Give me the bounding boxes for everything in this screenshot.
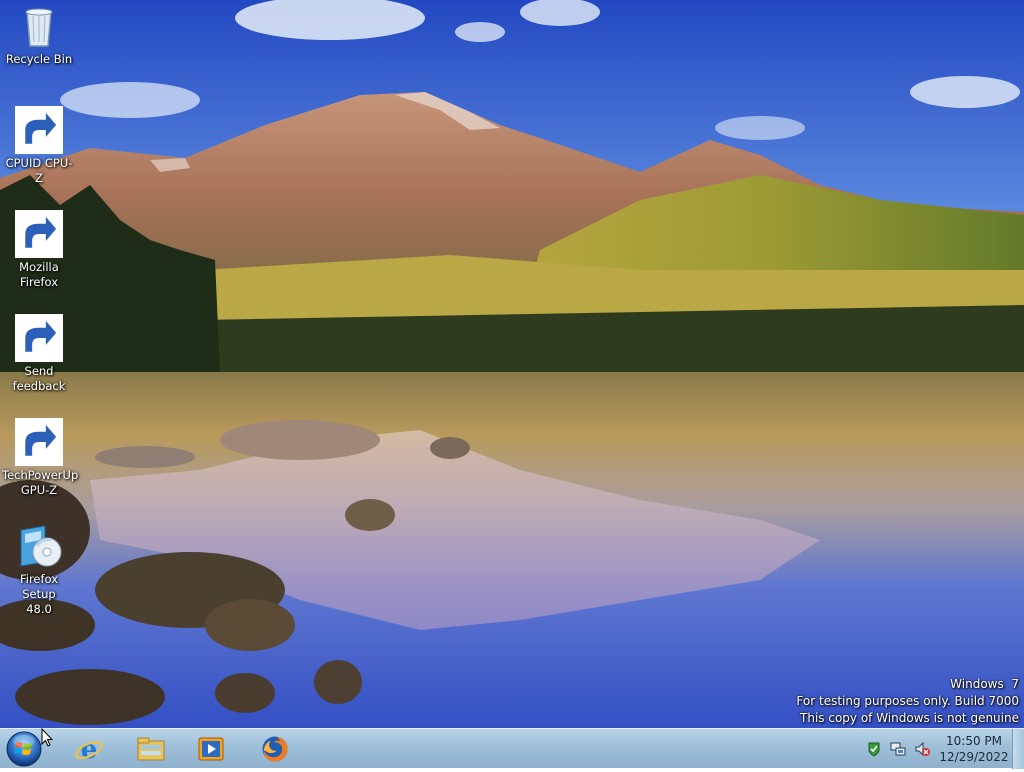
firefox-icon [15, 210, 63, 258]
taskbar[interactable]: e 10:50 PM 12/29/2022 [0, 728, 1024, 769]
shortcut-arrow-icon [15, 418, 63, 466]
mouse-cursor-icon [41, 728, 53, 747]
gpu-z-shortcut[interactable]: TechPowerUp GPU-Z [2, 418, 79, 498]
gpu-z-label: TechPowerUp GPU-Z [2, 468, 79, 497]
cpu-z-label: CPUID CPU-Z [5, 156, 73, 185]
firefox-shortcut[interactable]: Mozilla Firefox [2, 210, 76, 290]
svg-text:e: e [81, 735, 98, 764]
windows-start-icon [6, 731, 42, 767]
send-feedback-label: Send feedback [12, 364, 66, 393]
desktop[interactable]: Recycle Bin CPUID CPU-Z Mozilla Firefox [0, 0, 1024, 728]
recycle-bin-icon [15, 2, 63, 50]
taskbar-windows-explorer[interactable] [124, 731, 178, 767]
action-center-icon[interactable] [866, 741, 882, 757]
taskbar-media-player[interactable] [184, 731, 238, 767]
firefox-icon [262, 736, 288, 762]
windows-explorer-icon [137, 737, 165, 761]
shortcut-arrow-icon [15, 314, 63, 362]
start-button[interactable] [4, 730, 44, 768]
taskbar-internet-explorer[interactable]: e [62, 731, 116, 767]
send-feedback-shortcut[interactable]: Send feedback [2, 314, 76, 394]
recycle-bin[interactable]: Recycle Bin [2, 2, 76, 67]
system-tray: 10:50 PM 12/29/2022 [862, 729, 1024, 769]
recycle-bin-label: Recycle Bin [5, 52, 73, 66]
media-player-icon [198, 737, 224, 761]
firefox-label: Mozilla Firefox [19, 260, 59, 289]
internet-explorer-icon: e [75, 735, 103, 764]
clock-date: 12/29/2022 [939, 750, 1009, 764]
clock-time: 10:50 PM [946, 734, 1002, 748]
shortcut-arrow-icon [15, 106, 63, 154]
network-icon[interactable] [890, 741, 906, 757]
show-desktop-button[interactable] [1012, 729, 1024, 769]
firefox-setup-icon [15, 522, 63, 570]
wallpaper-image [0, 0, 1024, 728]
watermark-edition: Windows 7 [950, 677, 1019, 691]
cpu-z-icon [15, 106, 63, 154]
watermark-genuine: This copy of Windows is not genuine [800, 711, 1019, 725]
shortcut-arrow-icon [15, 210, 63, 258]
volume-muted-icon[interactable] [914, 741, 930, 757]
watermark-build: For testing purposes only. Build 7000 [796, 694, 1019, 708]
taskbar-firefox[interactable] [248, 731, 302, 767]
taskbar-clock[interactable]: 10:50 PM 12/29/2022 [936, 733, 1012, 765]
firefox-setup-file[interactable]: Firefox Setup 48.0 [2, 522, 76, 617]
send-feedback-icon [15, 314, 63, 362]
windows-watermark: Windows 7 For testing purposes only. Bui… [796, 676, 1019, 727]
firefox-setup-label: Firefox Setup 48.0 [19, 572, 59, 616]
cpu-z-shortcut[interactable]: CPUID CPU-Z [2, 106, 76, 186]
gpu-z-icon [15, 418, 63, 466]
